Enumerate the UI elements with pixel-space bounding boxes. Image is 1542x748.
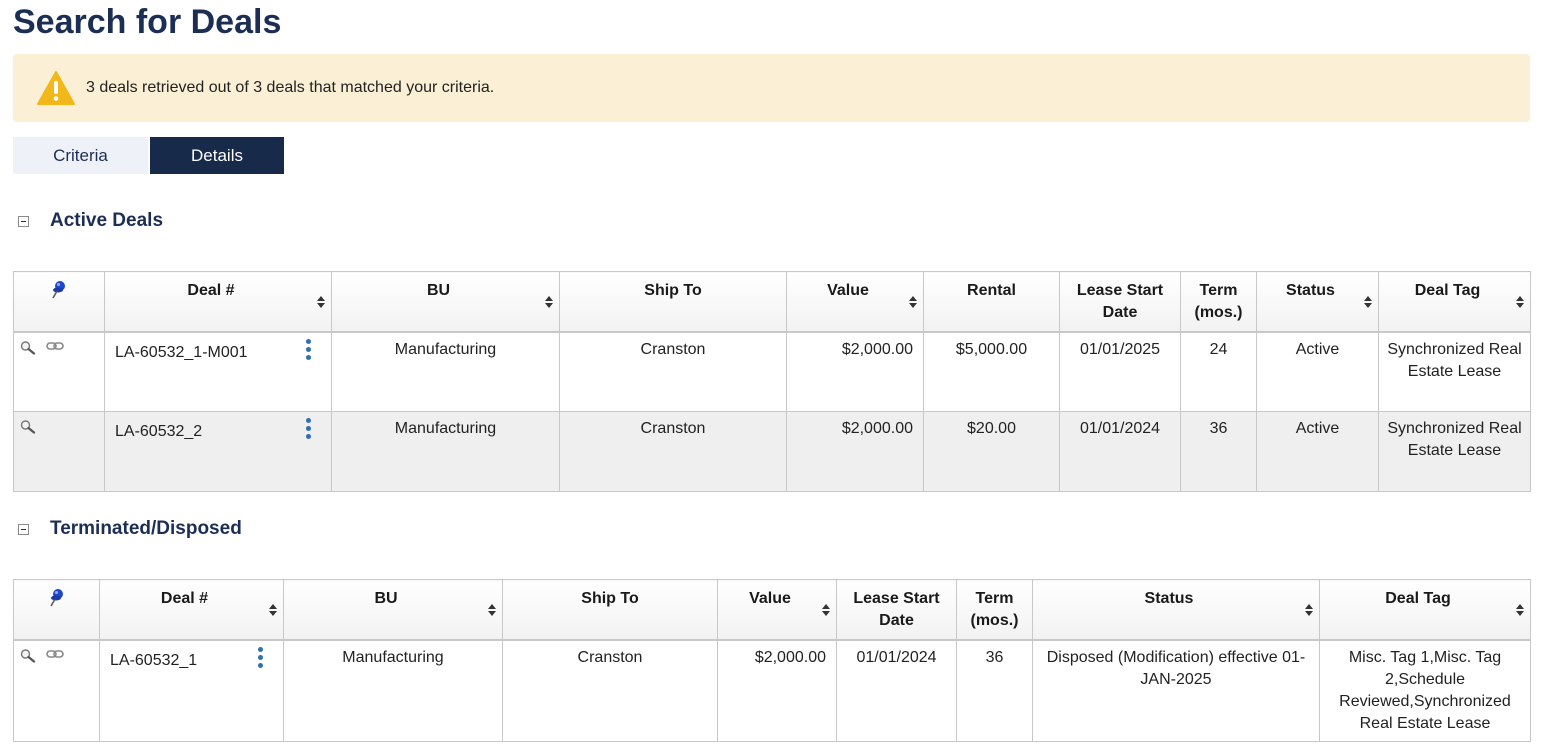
alert-message: 3 deals retrieved out of 3 deals that ma…	[86, 79, 495, 96]
deal-number-cell: LA-60532_1-M001	[104, 331, 332, 412]
column-header-status[interactable]: Status	[1032, 579, 1320, 641]
term-cell: 36	[956, 639, 1033, 742]
status-cell: Active	[1256, 411, 1379, 492]
column-header-term: Term (mos.)	[1180, 271, 1257, 333]
column-header-term: Term (mos.)	[956, 579, 1033, 641]
term-cell: 36	[1180, 411, 1257, 492]
sort-icon[interactable]	[909, 296, 917, 308]
row-actions	[13, 411, 105, 492]
magnifier-icon[interactable]	[20, 340, 42, 355]
lease-start-cell: 01/01/2024	[1059, 411, 1181, 492]
active-deals-title: Active Deals	[50, 210, 164, 231]
kebab-menu-icon[interactable]	[303, 418, 313, 440]
bu-cell: Manufacturing	[283, 639, 503, 742]
column-header-value[interactable]: Value	[786, 271, 924, 333]
value-cell: $2,000.00	[786, 411, 924, 492]
bu-cell: Manufacturing	[331, 411, 560, 492]
sort-icon[interactable]	[1364, 296, 1372, 308]
sort-icon[interactable]	[1516, 296, 1524, 308]
value-cell: $2,000.00	[717, 639, 837, 742]
sort-icon[interactable]	[822, 604, 830, 616]
column-header-lease-start: Lease Start Date	[836, 579, 957, 641]
sort-icon[interactable]	[488, 604, 496, 616]
page-title: Search for Deals	[13, 3, 282, 41]
sort-icon[interactable]	[1516, 604, 1524, 616]
chain-link-icon[interactable]	[46, 649, 65, 659]
deal-number[interactable]: LA-60532_2	[115, 421, 202, 443]
column-header-value[interactable]: Value	[717, 579, 837, 641]
column-header-deal-tag[interactable]: Deal Tag	[1319, 579, 1531, 641]
column-header-ship-to: Ship To	[559, 271, 787, 333]
deal-number[interactable]: LA-60532_1-M001	[115, 342, 248, 364]
terminated-header: Terminated/Disposed	[18, 518, 242, 540]
column-header-ship-to: Ship To	[502, 579, 718, 641]
kebab-menu-icon[interactable]	[255, 646, 265, 669]
warning-icon	[37, 71, 75, 105]
alert-banner: 3 deals retrieved out of 3 deals that ma…	[13, 54, 1530, 122]
column-header-bu[interactable]: BU	[331, 271, 560, 333]
lease-start-cell: 01/01/2025	[1059, 331, 1181, 412]
status-cell: Disposed (Modification) effective 01-JAN…	[1032, 639, 1320, 742]
collapse-minus-icon[interactable]	[18, 215, 29, 227]
value-cell: $2,000.00	[786, 331, 924, 412]
deal-tag-cell: Synchronized Real Estate Lease	[1378, 411, 1531, 492]
ship-to-cell: Cranston	[559, 411, 787, 492]
bu-cell: Manufacturing	[331, 331, 560, 412]
column-header-deal[interactable]: Deal #	[104, 271, 332, 333]
pushpin-icon[interactable]	[49, 588, 65, 608]
lease-start-cell: 01/01/2024	[836, 639, 957, 742]
deal-number-cell: LA-60532_1	[99, 639, 284, 742]
deal-number[interactable]: LA-60532_1	[110, 650, 197, 672]
sort-icon[interactable]	[545, 296, 553, 308]
sort-icon[interactable]	[317, 296, 325, 308]
table-row: LA-60532_1 Manufacturing Cranston $2,000…	[13, 639, 1531, 742]
sort-icon[interactable]	[269, 604, 277, 616]
column-header-bu[interactable]: BU	[283, 579, 503, 641]
deal-number-cell: LA-60532_2	[104, 411, 332, 492]
term-cell: 24	[1180, 331, 1257, 412]
rental-cell: $5,000.00	[923, 331, 1060, 412]
row-actions	[13, 331, 105, 412]
column-header-rental: Rental	[923, 271, 1060, 333]
chain-link-icon[interactable]	[46, 341, 65, 351]
deal-tag-cell: Synchronized Real Estate Lease	[1378, 331, 1531, 412]
rental-cell: $20.00	[923, 411, 1060, 492]
pin-column-header	[13, 271, 105, 333]
active-deals-table: Deal # BU Ship To Value Rental Lease Sta…	[13, 271, 1531, 492]
status-cell: Active	[1256, 331, 1379, 412]
deal-tag-cell: Misc. Tag 1,Misc. Tag 2,Schedule Reviewe…	[1319, 639, 1531, 742]
collapse-minus-icon[interactable]	[18, 523, 29, 535]
table-row: LA-60532_1-M001 Manufacturing Cranston $…	[13, 331, 1531, 412]
sort-icon[interactable]	[1305, 604, 1313, 616]
table-row: LA-60532_2 Manufacturing Cranston $2,000…	[13, 411, 1531, 492]
tab-details[interactable]: Details	[150, 137, 284, 174]
ship-to-cell: Cranston	[502, 639, 718, 742]
kebab-menu-icon[interactable]	[303, 338, 313, 361]
magnifier-icon[interactable]	[20, 420, 42, 434]
terminated-title: Terminated/Disposed	[50, 518, 242, 539]
active-deals-header: Active Deals	[18, 210, 163, 232]
column-header-status[interactable]: Status	[1256, 271, 1379, 333]
column-header-deal-tag[interactable]: Deal Tag	[1378, 271, 1531, 333]
terminated-deals-table: Deal # BU Ship To Value Lease Start Date…	[13, 579, 1531, 742]
pushpin-icon[interactable]	[51, 280, 67, 300]
magnifier-icon[interactable]	[20, 648, 42, 663]
row-actions	[13, 639, 100, 742]
column-header-deal[interactable]: Deal #	[99, 579, 284, 641]
ship-to-cell: Cranston	[559, 331, 787, 412]
view-tabs: Criteria Details	[13, 137, 284, 174]
tab-criteria[interactable]: Criteria	[13, 137, 148, 174]
column-header-lease-start: Lease Start Date	[1059, 271, 1181, 333]
pin-column-header	[13, 579, 100, 641]
